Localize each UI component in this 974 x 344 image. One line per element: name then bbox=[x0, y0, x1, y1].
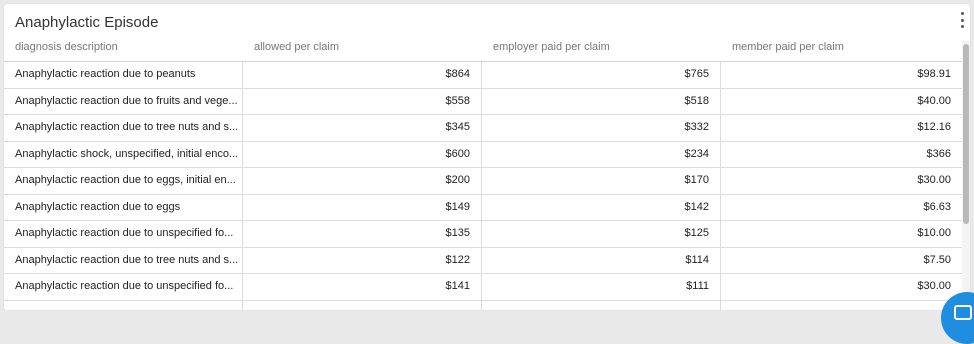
cell-employer-paid: $114 bbox=[482, 247, 721, 273]
cell-allowed: $135 bbox=[243, 221, 482, 247]
kebab-dot bbox=[960, 12, 964, 15]
cell-allowed: $600 bbox=[243, 141, 482, 167]
table-row-partial[interactable] bbox=[4, 300, 962, 311]
cell-member-paid: $7.50 bbox=[923, 253, 951, 266]
kebab-dot bbox=[960, 25, 964, 28]
cell-employer-paid: $111 bbox=[482, 274, 721, 300]
table-row[interactable]: Anaphylactic reaction due to fruits and … bbox=[4, 88, 962, 115]
chat-glyph bbox=[954, 305, 972, 320]
table-row[interactable]: Anaphylactic reaction due to eggs, initi… bbox=[4, 168, 962, 195]
cell-allowed: $122 bbox=[243, 247, 482, 273]
cell-member-paid: $98.91 bbox=[917, 68, 951, 80]
cell-member-paid: $10.00 bbox=[917, 227, 951, 239]
cell-diagnosis: Anaphylactic reaction due to eggs, initi… bbox=[4, 168, 243, 194]
column-header-member-paid[interactable]: member paid per claim bbox=[721, 37, 962, 61]
cell-diagnosis: Anaphylactic reaction due to eggs bbox=[4, 194, 243, 220]
cell-employer-paid: $125 bbox=[482, 221, 721, 247]
widget-title: Anaphylactic Episode bbox=[15, 14, 159, 31]
table-row[interactable]: Anaphylactic shock, unspecified, initial… bbox=[4, 141, 962, 168]
table-row[interactable]: Anaphylactic reaction due to peanuts $86… bbox=[4, 62, 962, 89]
cell-employer-paid: $170 bbox=[482, 168, 721, 194]
cell-member-paid: $30.00 bbox=[917, 280, 951, 292]
cell-allowed: $558 bbox=[243, 88, 482, 114]
cell-employer-paid: $518 bbox=[482, 88, 721, 114]
cell-diagnosis bbox=[4, 300, 243, 310]
cell-diagnosis: Anaphylactic reaction due to unspecified… bbox=[4, 274, 243, 300]
cell-employer-paid: $765 bbox=[482, 62, 721, 88]
table-row[interactable]: Anaphylactic reaction due to tree nuts a… bbox=[4, 247, 962, 274]
column-header-employer-paid[interactable]: employer paid per claim bbox=[482, 37, 721, 61]
cell-member-paid bbox=[721, 301, 962, 311]
column-header-diagnosis[interactable]: diagnosis description bbox=[4, 37, 243, 61]
cell-diagnosis: Anaphylactic reaction due to tree nuts a… bbox=[4, 115, 243, 141]
cell-diagnosis: Anaphylactic reaction due to unspecified… bbox=[4, 221, 243, 247]
data-table: diagnosis description allowed per claim … bbox=[4, 37, 962, 310]
cell-allowed: $345 bbox=[243, 115, 482, 141]
table-row[interactable]: Anaphylactic reaction due to eggs $149 $… bbox=[4, 194, 962, 221]
widget-card: Anaphylactic Episode diagnosis descripti… bbox=[4, 4, 970, 310]
cell-employer-paid: $142 bbox=[482, 194, 721, 220]
cell-employer-paid: $234 bbox=[482, 141, 721, 167]
table-row[interactable]: Anaphylactic reaction due to unspecified… bbox=[4, 221, 962, 248]
cell-diagnosis: Anaphylactic reaction due to peanuts bbox=[4, 62, 243, 88]
cell-employer-paid bbox=[482, 300, 721, 310]
cell-allowed: $141 bbox=[243, 274, 482, 300]
column-header-allowed[interactable]: allowed per claim bbox=[243, 37, 482, 61]
cell-diagnosis: Anaphylactic reaction due to tree nuts a… bbox=[4, 247, 243, 273]
scrollbar-thumb[interactable] bbox=[963, 44, 969, 224]
table-header: diagnosis description allowed per claim … bbox=[4, 37, 962, 61]
vertical-scrollbar[interactable] bbox=[962, 41, 970, 310]
cell-allowed: $149 bbox=[243, 194, 482, 220]
cell-allowed: $200 bbox=[243, 168, 482, 194]
cell-allowed: $864 bbox=[243, 62, 482, 88]
cell-diagnosis: Anaphylactic reaction due to fruits and … bbox=[4, 88, 243, 114]
table-body: Anaphylactic reaction due to peanuts $86… bbox=[4, 61, 962, 310]
table-row[interactable]: Anaphylactic reaction due to tree nuts a… bbox=[4, 115, 962, 142]
cell-member-paid: $30.00 bbox=[917, 174, 951, 186]
cell-diagnosis: Anaphylactic shock, unspecified, initial… bbox=[4, 141, 243, 167]
table-row[interactable]: Anaphylactic reaction due to unspecified… bbox=[4, 274, 962, 301]
cell-allowed bbox=[243, 300, 482, 310]
cell-member-paid: $6.63 bbox=[923, 200, 951, 213]
cell-member-paid: $12.16 bbox=[917, 121, 951, 133]
kebab-menu-icon[interactable] bbox=[959, 12, 965, 28]
cell-member-paid: $366 bbox=[926, 147, 951, 160]
kebab-dot bbox=[960, 18, 964, 22]
cell-member-paid: $40.00 bbox=[917, 94, 951, 107]
cell-employer-paid: $332 bbox=[482, 115, 721, 141]
